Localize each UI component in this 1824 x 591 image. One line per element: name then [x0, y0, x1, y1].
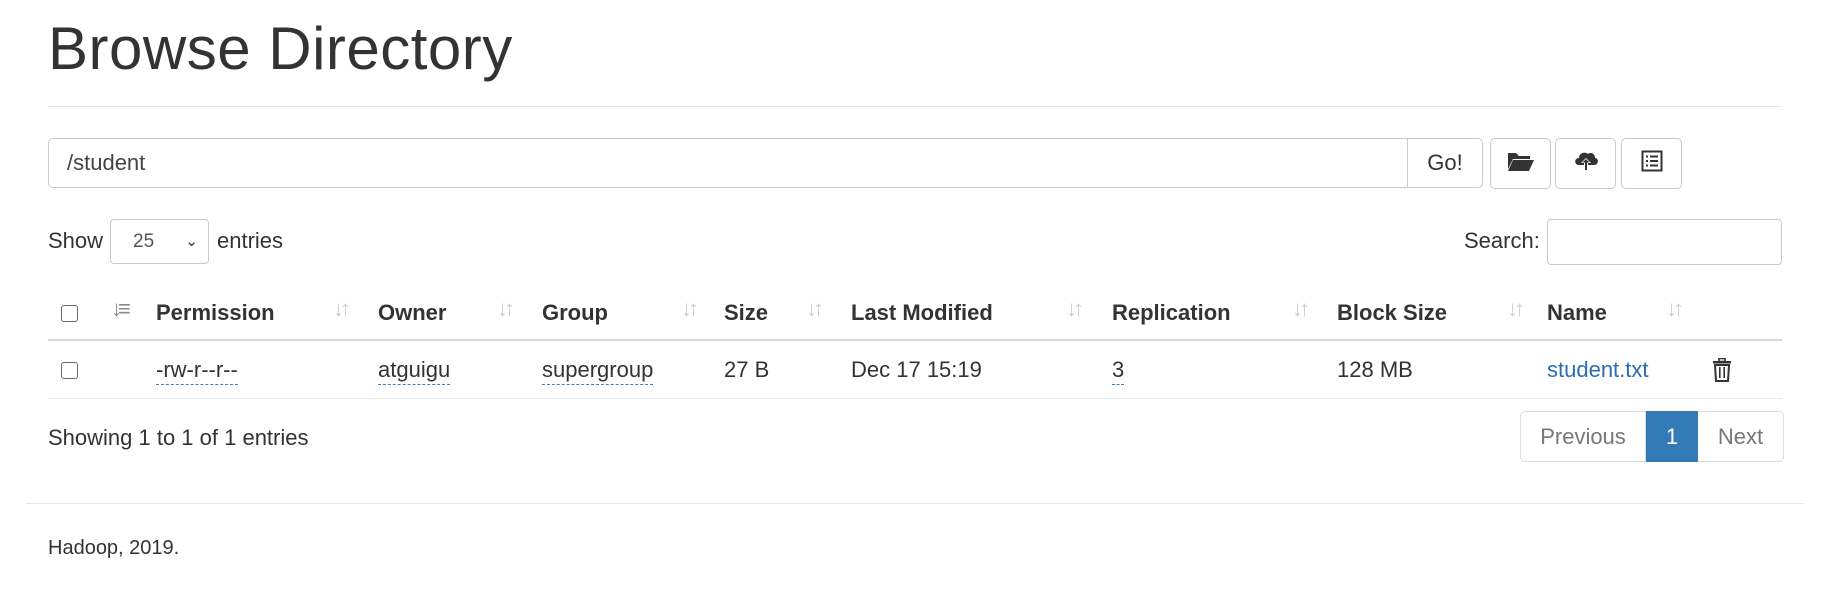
owner-cell[interactable]: atguigu	[378, 357, 451, 385]
sort-icon[interactable]: ↓↑	[1066, 296, 1084, 322]
sort-icon[interactable]: ↓↑	[806, 296, 824, 322]
trash-icon[interactable]	[1712, 357, 1732, 387]
search-input[interactable]	[1547, 219, 1782, 265]
upload-button[interactable]	[1555, 138, 1616, 189]
size-cell: 27 B	[724, 357, 770, 382]
directory-path-input[interactable]	[48, 138, 1408, 188]
cloud-upload-icon	[1573, 150, 1599, 177]
column-header-block-size[interactable]: Block Size	[1337, 300, 1447, 326]
footer-divider	[26, 503, 1804, 504]
column-header-owner[interactable]: Owner	[378, 300, 446, 326]
go-button[interactable]: Go!	[1407, 138, 1483, 188]
entries-label: entries	[217, 228, 284, 253]
column-header-size[interactable]: Size	[724, 300, 768, 326]
sort-icon[interactable]: ↓↑	[681, 296, 699, 322]
column-header-group[interactable]: Group	[542, 300, 608, 326]
next-page-button[interactable]: Next	[1698, 411, 1784, 462]
entries-per-page-value: 25	[133, 231, 155, 252]
file-list-button[interactable]	[1621, 138, 1682, 189]
chevron-down-icon: ⌄	[185, 233, 198, 250]
sort-icon[interactable]: ↓↑	[1507, 296, 1525, 322]
sort-icon[interactable]: ↓↑	[333, 296, 351, 322]
sort-icon[interactable]: ↓↑	[1292, 296, 1310, 322]
create-directory-button[interactable]	[1490, 138, 1551, 189]
column-header-replication[interactable]: Replication	[1112, 300, 1231, 326]
select-all-checkbox[interactable]	[61, 305, 78, 322]
entries-per-page-select[interactable]: 25 ⌄	[110, 219, 209, 264]
folder-open-icon	[1507, 150, 1535, 177]
footer-text: Hadoop, 2019.	[48, 537, 180, 559]
column-header-last-modified[interactable]: Last Modified	[851, 300, 993, 326]
column-header-permission[interactable]: Permission	[156, 300, 275, 326]
group-cell[interactable]: supergroup	[542, 357, 654, 385]
permission-cell[interactable]: -rw-r--r--	[156, 357, 238, 385]
search-label: Search:	[1464, 228, 1540, 253]
show-label: Show	[48, 228, 104, 253]
block-size-cell: 128 MB	[1337, 357, 1413, 382]
table-info: Showing 1 to 1 of 1 entries	[48, 425, 309, 450]
sort-icon[interactable]: ↓↑	[497, 296, 515, 322]
replication-cell[interactable]: 3	[1112, 357, 1125, 385]
sort-desc-icon[interactable]: ↓≡	[111, 296, 131, 322]
page-1-button[interactable]: 1	[1646, 411, 1698, 462]
sort-icon[interactable]: ↓↑	[1666, 296, 1684, 322]
last-modified-cell: Dec 17 15:19	[851, 357, 982, 382]
table-header: ↓≡ Permission ↓↑ Owner ↓↑ Group ↓↑ Size …	[48, 290, 1782, 340]
previous-page-button[interactable]: Previous	[1520, 411, 1646, 462]
pagination: Previous 1 Next	[1520, 411, 1784, 462]
column-header-name[interactable]: Name	[1547, 300, 1607, 326]
row-checkbox[interactable]	[61, 362, 78, 379]
file-name-link[interactable]: student.txt	[1547, 357, 1649, 383]
page-title: Browse Directory	[48, 15, 513, 82]
table-row: -rw-r--r-- atguigu supergroup 27 B Dec 1…	[48, 341, 1782, 399]
title-divider	[48, 106, 1782, 107]
list-alt-icon	[1641, 150, 1663, 177]
row-divider	[48, 398, 1782, 399]
